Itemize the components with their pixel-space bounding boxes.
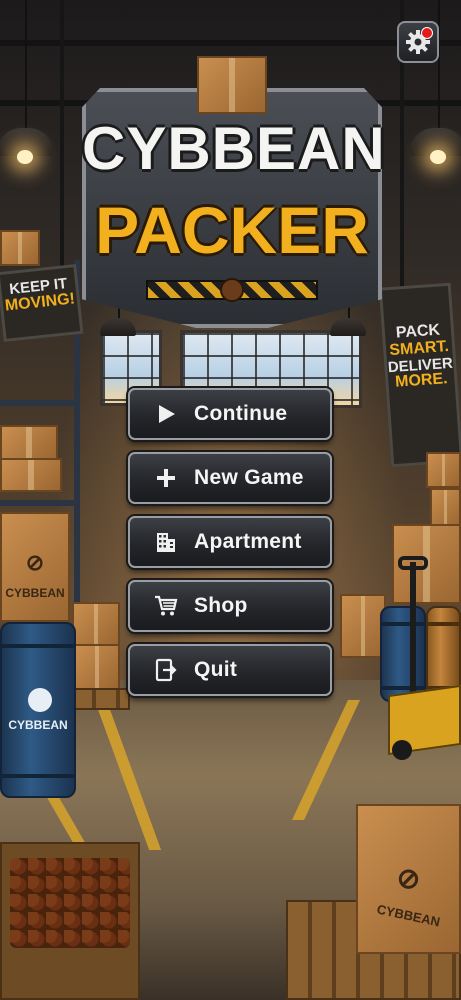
barrel-brand: CYBBEAN xyxy=(8,718,68,732)
logo-title-line1: CYBBEAN xyxy=(82,115,386,182)
shop-button[interactable]: Shop xyxy=(128,580,332,632)
cardboard-box xyxy=(426,452,461,488)
cart-icon xyxy=(152,592,180,620)
shelf xyxy=(0,500,80,506)
sign-keep-it-moving: KEEP IT MOVING! xyxy=(0,264,84,342)
cardboard-box xyxy=(0,425,58,461)
ceiling-lamp xyxy=(0,128,53,164)
box-brand: CYBBEAN xyxy=(5,586,65,600)
game-logo: CYBBEAN PACKER xyxy=(82,48,386,348)
apartment-button[interactable]: Apartment xyxy=(128,516,332,568)
quit-label: Quit xyxy=(194,658,238,681)
coffee-bean-icon xyxy=(220,278,244,302)
cardboard-box xyxy=(430,488,461,528)
logo-title-line2: PACKER xyxy=(95,193,369,267)
shop-label: Shop xyxy=(194,594,248,617)
lamp-wire xyxy=(438,0,440,128)
pallet-jack-grip xyxy=(398,556,428,570)
cardboard-box: ⊘ CYBBEAN xyxy=(356,804,461,954)
ceiling-lamp xyxy=(410,128,461,164)
shelf xyxy=(0,400,80,406)
pallet-jack-wheel xyxy=(392,740,412,760)
cardboard-box xyxy=(72,602,120,646)
cardboard-box xyxy=(0,458,62,492)
notification-dot xyxy=(421,27,433,39)
cardboard-box xyxy=(0,230,40,266)
plus-icon xyxy=(152,464,180,492)
settings-button[interactable] xyxy=(397,21,439,63)
building-icon xyxy=(152,528,180,556)
apartment-label: Apartment xyxy=(194,530,302,553)
bean-crate xyxy=(0,842,140,1000)
barrel xyxy=(380,606,426,702)
quit-button[interactable]: Quit xyxy=(128,644,332,696)
cardboard-box: ⊘ CYBBEAN xyxy=(0,512,70,622)
ceiling-beam xyxy=(0,40,461,46)
play-icon xyxy=(152,400,180,428)
coffee-beans xyxy=(10,858,130,948)
pallet-jack-handle xyxy=(410,562,416,712)
exit-icon xyxy=(152,656,180,684)
continue-button[interactable]: Continue xyxy=(128,388,332,440)
box-brand: CYBBEAN xyxy=(375,901,442,930)
cardboard-box xyxy=(74,644,120,690)
new-game-button[interactable]: New Game xyxy=(128,452,332,504)
sign-line: MORE. xyxy=(394,370,449,392)
sign-pack-smart: PACK SMART. DELIVER MORE. xyxy=(378,282,461,468)
logo-crate-icon xyxy=(197,56,267,114)
continue-label: Continue xyxy=(194,402,288,425)
barrel: CYBBEAN xyxy=(0,622,76,798)
pallet xyxy=(70,688,130,710)
lamp-wire xyxy=(25,0,27,128)
new-game-label: New Game xyxy=(194,466,304,489)
